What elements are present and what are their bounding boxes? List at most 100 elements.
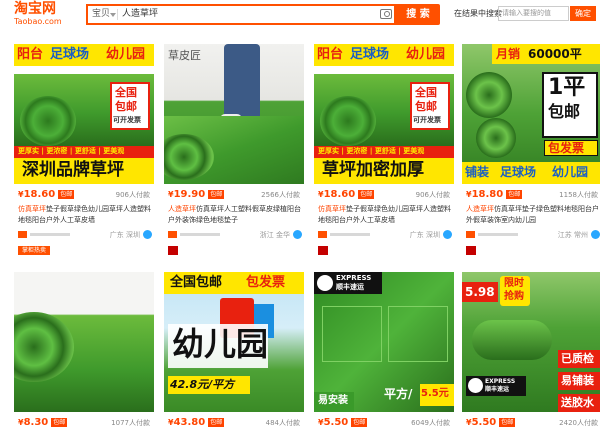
image-text: 草坪加密加厚 [322,160,424,180]
image-text: 幼儿园 [406,47,446,62]
product-title[interactable]: 人造草坪仿真草坪垫子绿色塑料地毯阳台户外假草装饰室内幼儿园 [466,204,600,226]
shop-location: 广东 深圳 [109,231,140,239]
buyer-count: 6049人付款 [411,419,450,427]
camera-icon[interactable] [380,9,392,19]
wangwang-chat-icon[interactable] [293,230,302,239]
image-text: 更厚实 | 更浓密 | 更舒适 | 更美观 [18,147,125,155]
free-shipping-badge: 包邮 [208,418,225,427]
product-image[interactable]: 阳台 足球场 幼儿园 全国 包邮 可开发票 更厚实 | 更浓密 | 更舒适 | … [314,44,454,184]
image-text: 全国包邮 [170,275,223,290]
product-image[interactable]: 5.98 限时 抢购 EXPRESS 顺丰速运 已质检 易铺装 送胶水 [462,272,600,412]
shop-name[interactable] [478,233,518,236]
buyer-count: 2566人付款 [261,191,300,199]
buyer-count: 1158人付款 [559,191,598,199]
free-shipping-badge: 包邮 [358,190,375,199]
image-text: 包邮 [115,100,137,113]
search-within-input[interactable]: 请输入要搜的值 [498,6,569,21]
shop-name[interactable] [30,233,70,236]
price-value: 43.80 [173,417,206,428]
image-text: 可开发票 [413,116,441,124]
free-shipping-badge: 包邮 [351,418,368,427]
grass-roll-graphic [476,118,516,158]
grass-roll-graphic [466,72,512,118]
product-title[interactable]: 仿真草坪垫子假草绿色幼儿园草坪人造塑料地毯阳台户外人工草皮墙 [18,204,152,226]
sf-express-icon [468,378,483,393]
image-text: 深圳品牌草坪 [22,160,124,180]
image-text: 顺丰速运 [485,386,510,393]
product-card[interactable]: 草皮匠 ¥19.90 包邮 2566人付款 人造草坪仿真草坪人工塑料假草皮绿植阳台… [164,44,304,258]
image-text: 包发票 [548,141,585,155]
image-text: 足球场 [500,165,537,179]
image-text: 阳台 [17,47,44,62]
shop-row: 广东 深圳 [318,230,452,240]
buyer-count: 906人付款 [115,191,150,199]
product-title[interactable]: 人造草坪仿真草坪人工塑料假草皮绿植阳台户外装饰绿色地毯垫子 [168,204,302,226]
product-card[interactable]: 5.98 限时 抢购 EXPRESS 顺丰速运 已质检 易铺装 送胶水 ¥5.5… [462,272,600,432]
price-value: 18.60 [23,189,56,200]
buyer-count: 484人付款 [265,419,300,427]
shop-location: 江苏 常州 [557,231,588,239]
title-highlight: 人造草坪 [168,205,196,213]
product-price: ¥18.80 包邮 [466,189,523,200]
search-within-confirm-button[interactable]: 确定 [570,6,596,21]
product-card[interactable]: 阳台 足球场 幼儿园 全国 包邮 可开发票 更厚实 | 更浓密 | 更舒适 | … [14,44,154,258]
shop-icon [168,231,177,238]
search-box: 宝贝 人造草坪 [86,4,396,25]
price-value: 5.50 [471,417,497,428]
product-card[interactable]: ¥8.30 包邮 1077人付款 [14,272,154,432]
product-price: ¥18.60 包邮 [18,189,75,200]
search-input[interactable]: 人造草坪 [122,6,322,23]
image-text: 平方/ [384,387,413,401]
product-image[interactable]: 草皮匠 [164,44,304,184]
image-text: 60000平 [528,47,582,61]
chevron-down-icon [110,13,116,17]
buyer-count: 1077人付款 [111,419,150,427]
image-text: 5.98 [465,285,495,299]
page: 淘宝网 Taobao.com 宝贝 人造草坪 搜 索 在结果中搜索 请输入要搜的… [0,0,600,432]
product-title[interactable]: 仿真草坪垫子假草绿色幼儿园草坪人造塑料地毯阳台户外人工草皮墙 [318,204,452,226]
product-card[interactable]: 月销 60000平 1平 包邮 包发票 铺装 足球场 幼儿园 ¥18.80 包邮 … [462,44,600,258]
grass-tile [388,306,448,362]
product-price: ¥18.60 包邮 [318,189,375,200]
title-highlight: 仿真草坪 [18,205,46,213]
price-value: 18.80 [471,189,504,200]
image-text: 抢购 [504,291,524,302]
image-text: 幼儿园 [172,325,269,363]
taobao-logo[interactable]: 淘宝网 Taobao.com [14,2,74,28]
buyer-count: 906人付款 [415,191,450,199]
sf-express-icon [317,275,333,291]
product-image[interactable]: 月销 60000平 1平 包邮 包发票 铺装 足球场 幼儿园 [462,44,600,184]
product-card[interactable]: 阳台 足球场 幼儿园 全国 包邮 可开发票 更厚实 | 更浓密 | 更舒适 | … [314,44,454,258]
image-text: 可开发票 [113,116,141,124]
grass-roll-end [14,312,74,382]
product-image[interactable] [14,272,154,412]
wangwang-chat-icon[interactable] [143,230,152,239]
title-highlight: 仿真草坪 [318,205,346,213]
product-card[interactable]: 全国包邮 包发票 幼儿园 42.8元/平方 ¥43.80 包邮 484人付款 [164,272,304,432]
shop-row: 浙江 金华 [168,230,302,240]
search-scope-label: 宝贝 [92,9,111,19]
shop-name[interactable] [330,233,370,236]
product-card[interactable]: EXPRESS 顺丰速运 易安装 平方/ 5.5元 ¥5.50 包邮 6049人付… [314,272,454,432]
product-image[interactable]: 阳台 足球场 幼儿园 全国 包邮 可开发票 更厚实 | 更浓密 | 更舒适 | … [14,44,154,184]
product-image[interactable]: 全国包邮 包发票 幼儿园 42.8元/平方 [164,272,304,412]
grass-roll-graphic [472,320,552,360]
price-value: 8.30 [23,417,49,428]
free-shipping-badge: 包邮 [51,418,68,427]
wangwang-chat-icon[interactable] [591,230,600,239]
price-value: 5.50 [323,417,349,428]
product-price: ¥5.50 包邮 [466,417,516,428]
logo-text: 淘宝网 [14,1,56,17]
service-tag-icon [466,246,476,255]
shop-row: 广东 深圳 [18,230,152,240]
person-legs-graphic [224,44,260,120]
image-text: 包邮 [548,102,581,121]
search-button[interactable]: 搜 索 [396,4,440,25]
shop-name[interactable] [180,233,220,236]
wangwang-chat-icon[interactable] [443,230,452,239]
product-price: ¥43.80 包邮 [168,417,225,428]
image-text: 足球场 [350,47,390,62]
shop-icon [18,231,27,238]
search-scope-select[interactable]: 宝贝 [88,6,116,23]
product-image[interactable]: EXPRESS 顺丰速运 易安装 平方/ 5.5元 [314,272,454,412]
